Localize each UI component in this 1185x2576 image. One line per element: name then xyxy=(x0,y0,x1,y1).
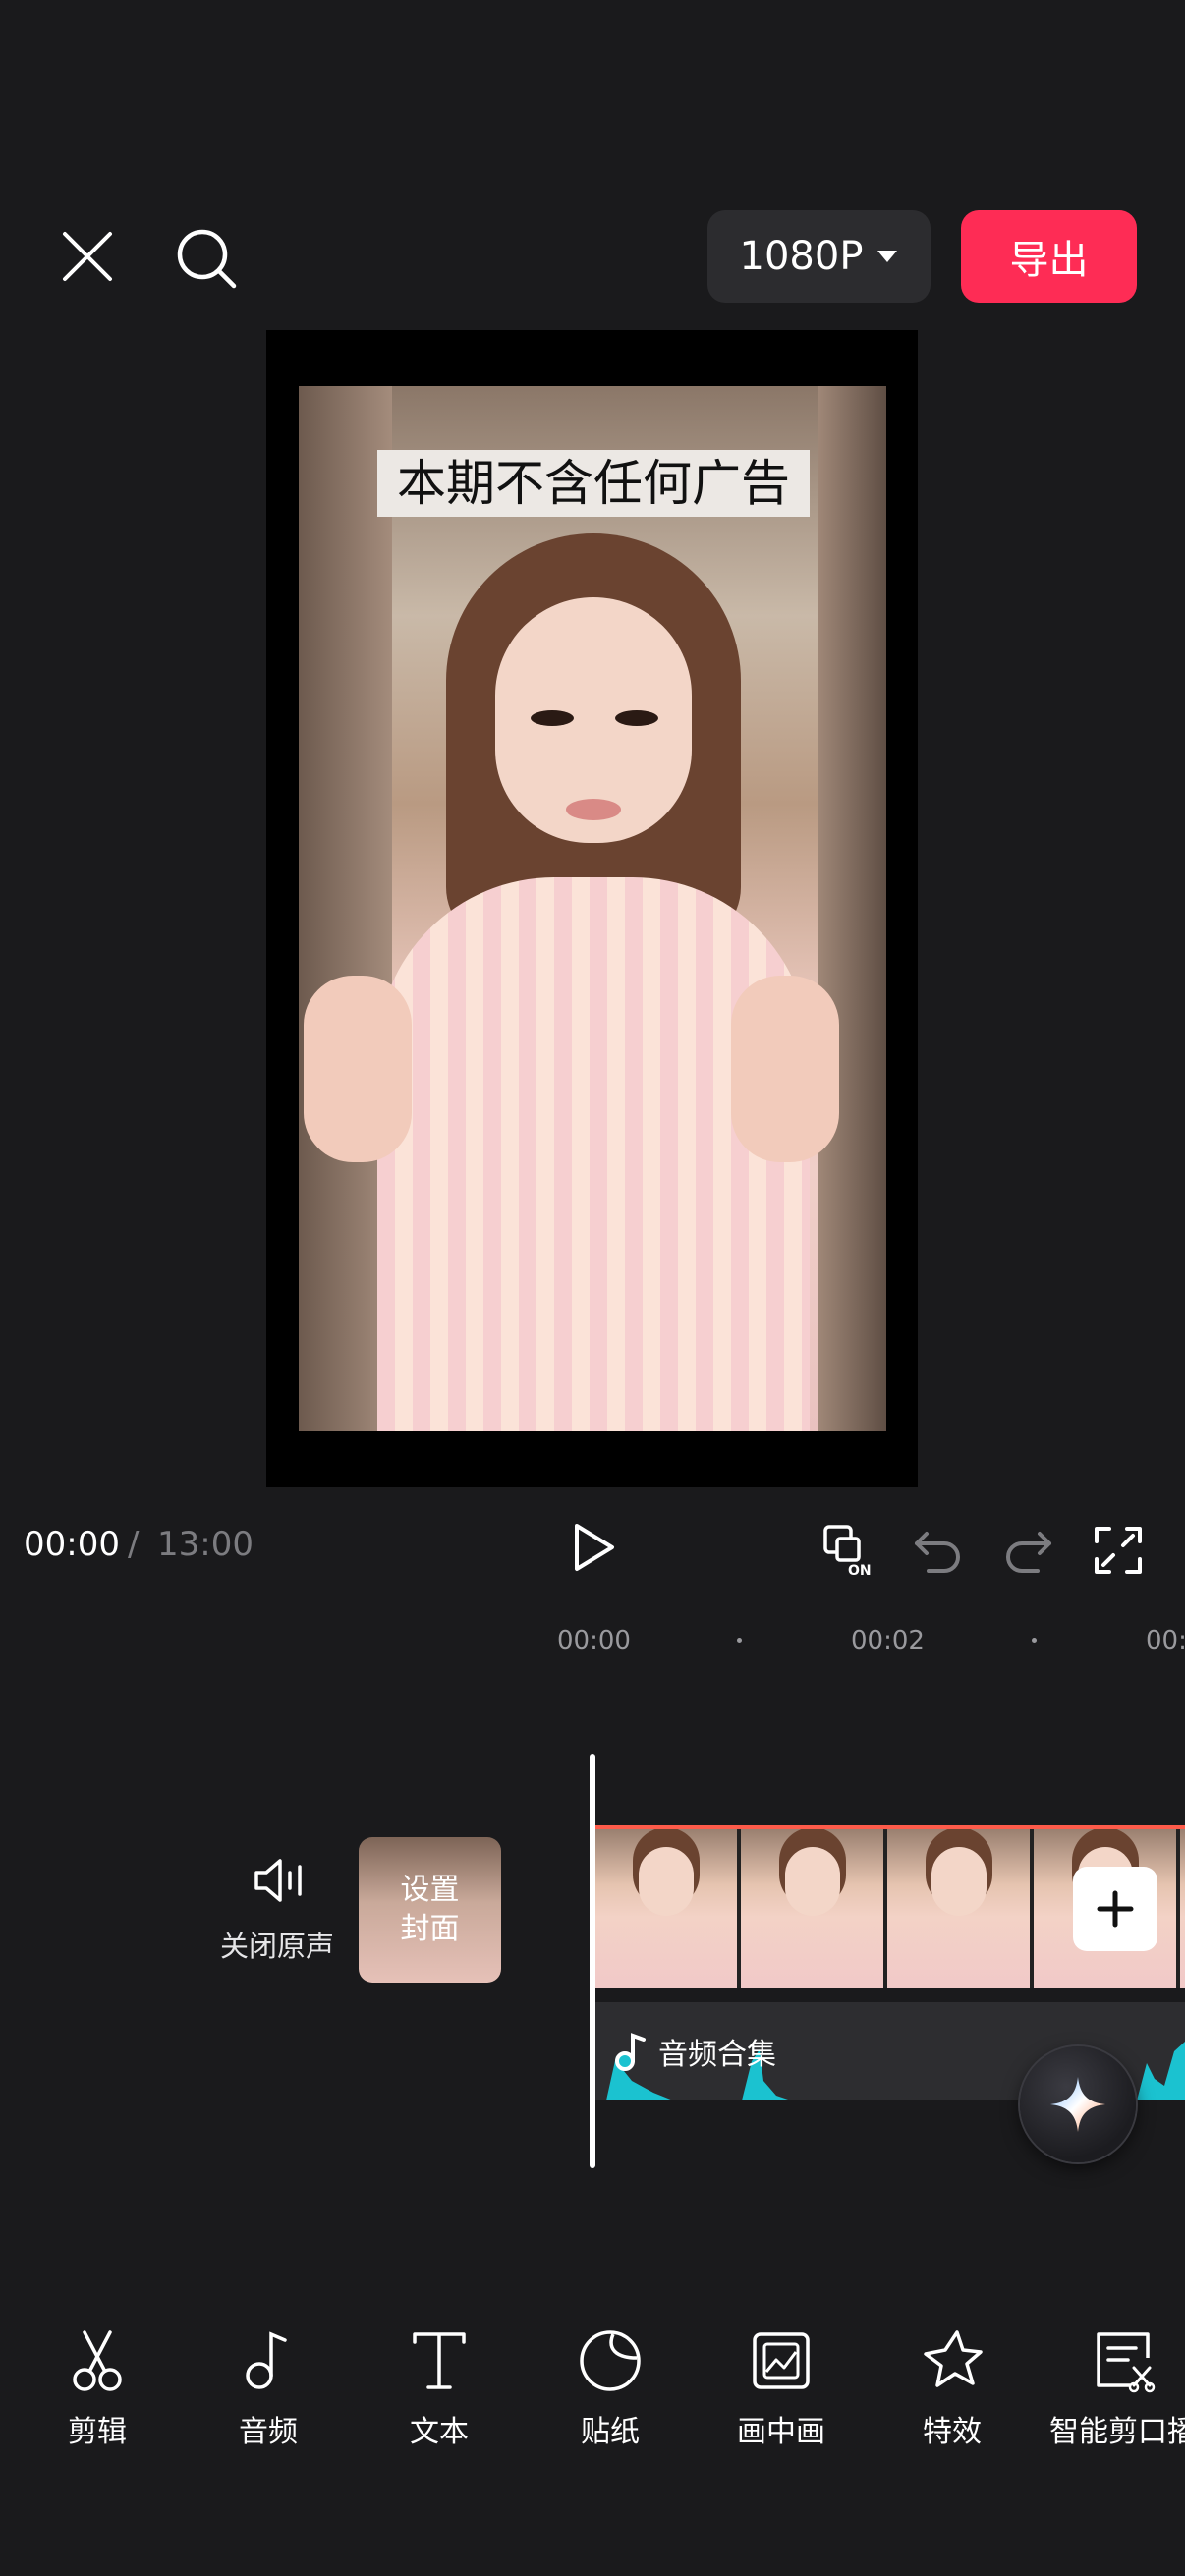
ai-assistant-button[interactable] xyxy=(1020,2046,1136,2162)
text-icon xyxy=(413,2332,466,2389)
keyframe-on-button[interactable]: ON xyxy=(821,1521,880,1580)
ruler-label: 00: xyxy=(1146,1626,1185,1655)
undo-button[interactable] xyxy=(909,1521,968,1580)
export-button[interactable]: 导出 xyxy=(961,210,1137,303)
svg-text:ON: ON xyxy=(848,1563,872,1579)
clip-frame xyxy=(741,1829,883,1988)
set-cover-button[interactable]: 设置 封面 xyxy=(359,1837,501,1983)
plus-icon xyxy=(1097,1890,1134,1928)
search-icon xyxy=(177,229,237,289)
video-caption: 本期不含任何广告 xyxy=(377,450,810,517)
fullscreen-button[interactable] xyxy=(1089,1521,1148,1580)
tool-label: 智能剪口播 xyxy=(1049,2415,1185,2449)
tool-label: 音频 xyxy=(239,2415,298,2449)
tool-text[interactable]: 文本 xyxy=(361,2328,518,2450)
tool-label: 特效 xyxy=(923,2415,982,2449)
add-clip-button[interactable] xyxy=(1073,1867,1157,1951)
playhead[interactable] xyxy=(590,1754,595,2168)
tool-picture-in-picture[interactable]: 画中画 xyxy=(703,2328,860,2450)
scissors-icon xyxy=(73,2330,122,2391)
play-icon xyxy=(575,1524,614,1571)
clip-frame xyxy=(594,1829,737,1988)
music-note-icon xyxy=(246,2331,287,2389)
tool-smart-cut[interactable]: 智能剪口播 xyxy=(1044,2328,1185,2450)
resolution-dropdown[interactable]: 1080P xyxy=(707,210,931,303)
time-separator: / xyxy=(128,1525,140,1564)
speaker-icon xyxy=(254,1859,302,1902)
smart-cut-icon xyxy=(1097,2332,1156,2393)
tool-cut[interactable]: 剪辑 xyxy=(19,2328,176,2450)
tool-label: 画中画 xyxy=(737,2415,825,2449)
ruler-label: 00:00 xyxy=(557,1626,631,1655)
keyframe-on-icon: ON xyxy=(823,1525,872,1579)
mute-original-button[interactable] xyxy=(246,1851,314,1910)
music-note-icon xyxy=(615,2033,646,2071)
current-time: 00:00 xyxy=(24,1525,120,1564)
clip-frame xyxy=(887,1829,1030,1988)
undo-icon xyxy=(915,1532,960,1573)
sparkle-icon xyxy=(1050,2077,1105,2132)
video-preview[interactable]: 本期不含任何广告 xyxy=(299,386,886,1431)
cover-label-line1: 设置 xyxy=(400,1873,460,1907)
tool-label: 贴纸 xyxy=(581,2415,640,2449)
audio-track-label: 音频合集 xyxy=(658,2038,776,2072)
picture-in-picture-icon xyxy=(753,2332,810,2389)
resolution-value: 1080P xyxy=(739,234,864,279)
redo-icon xyxy=(1006,1532,1051,1573)
export-label: 导出 xyxy=(1009,238,1089,283)
cover-label-line2: 封面 xyxy=(400,1912,460,1946)
tool-audio[interactable]: 音频 xyxy=(190,2328,347,2450)
clip-frame xyxy=(1180,1829,1185,1988)
effects-star-icon xyxy=(924,2330,983,2387)
fullscreen-icon xyxy=(1095,1527,1142,1574)
search-button[interactable] xyxy=(172,224,241,293)
redo-button[interactable] xyxy=(998,1521,1057,1580)
sticker-icon xyxy=(580,2330,641,2391)
tool-label: 文本 xyxy=(410,2415,469,2449)
total-time: 13:00 xyxy=(157,1525,254,1564)
mute-original-label[interactable]: 关闭原声 xyxy=(220,1924,334,1965)
tool-label: 剪辑 xyxy=(68,2415,127,2449)
ruler-dot xyxy=(737,1638,742,1643)
ruler-dot xyxy=(1032,1638,1037,1643)
tool-sticker[interactable]: 贴纸 xyxy=(532,2328,689,2450)
caret-down-icon xyxy=(877,251,898,262)
play-button[interactable] xyxy=(560,1518,629,1577)
ruler-label: 00:02 xyxy=(851,1626,925,1655)
tool-effects[interactable]: 特效 xyxy=(874,2328,1031,2450)
close-icon xyxy=(63,232,112,281)
close-button[interactable] xyxy=(57,226,118,287)
